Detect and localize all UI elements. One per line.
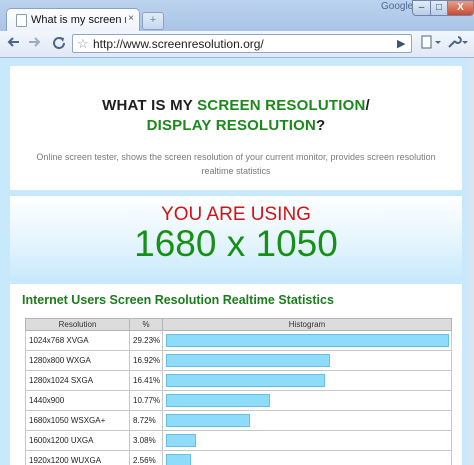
cell-percent: 29.23%: [129, 330, 163, 351]
histogram-bar: [166, 394, 270, 407]
resolution-panel: YOU ARE USING 1680 x 1050: [10, 196, 462, 278]
histogram-bar: [166, 434, 196, 447]
minimize-button[interactable]: –: [412, 0, 431, 16]
cell-resolution: 1680x1050 WSXGA+: [25, 410, 130, 431]
cell-histogram: [162, 410, 452, 431]
table-row: 1680x1050 WSXGA+ 8.72%: [25, 410, 452, 431]
cell-percent: 2.56%: [129, 450, 163, 465]
page-content: WHAT IS MY SCREEN RESOLUTION/ DISPLAY RE…: [0, 58, 474, 465]
table-row: 1440x900 10.77%: [25, 390, 452, 411]
page-favicon-icon: [16, 14, 27, 27]
browser-titlebar: What is my screen resolu... × + Google –…: [0, 0, 474, 32]
cell-resolution: 1280x1024 SXGA: [25, 370, 130, 391]
scrollbar-track[interactable]: [468, 58, 474, 465]
column-header-resolution: Resolution: [25, 318, 130, 331]
stats-title: Internet Users Screen Resolution Realtim…: [22, 293, 334, 307]
wrench-icon[interactable]: [446, 35, 470, 53]
cell-resolution: 1024x768 XVGA: [25, 330, 130, 351]
cell-resolution: 1440x900: [25, 390, 130, 411]
header-panel: WHAT IS MY SCREEN RESOLUTION/ DISPLAY RE…: [10, 66, 462, 190]
cell-percent: 16.92%: [129, 350, 163, 371]
google-label: Google: [381, 1, 414, 12]
table-row: 1600x1200 UXGA 3.08%: [25, 430, 452, 451]
histogram-bar: [166, 334, 449, 347]
heading-part3: /: [365, 97, 370, 114]
histogram-bar: [166, 414, 250, 427]
cell-resolution: 1280x800 WXGA: [25, 350, 130, 371]
cell-percent: 8.72%: [129, 410, 163, 431]
heading-line2-end: ?: [316, 117, 326, 134]
histogram-bar: [166, 374, 325, 387]
page-menu-icon[interactable]: [420, 35, 442, 53]
table-row: 1280x800 WXGA 16.92%: [25, 350, 452, 371]
table-row: 1280x1024 SXGA 16.41%: [25, 370, 452, 391]
browser-toolbar: ☆ http://www.screenresolution.org/ ▶: [0, 31, 474, 58]
cell-histogram: [162, 330, 452, 351]
column-header-histogram: Histogram: [162, 318, 452, 331]
cell-resolution: 1920x1200 WUXGA: [25, 450, 130, 465]
star-icon[interactable]: ☆: [77, 36, 89, 52]
current-resolution: 1680 x 1050: [134, 223, 338, 264]
reload-icon[interactable]: [50, 35, 68, 53]
address-bar[interactable]: ☆ http://www.screenresolution.org/: [72, 34, 412, 53]
cell-percent: 10.77%: [129, 390, 163, 411]
new-tab-button[interactable]: +: [142, 12, 164, 30]
back-arrow-icon[interactable]: [5, 35, 23, 53]
forward-arrow-icon[interactable]: [25, 35, 43, 53]
tab-active[interactable]: What is my screen resolu... ×: [6, 8, 140, 32]
close-window-button[interactable]: X: [447, 0, 474, 16]
heading-part1: WHAT IS MY: [102, 97, 198, 114]
table-header-row: Resolution % Histogram: [25, 318, 452, 331]
maximize-button[interactable]: □: [430, 0, 448, 16]
histogram-bar: [166, 354, 330, 367]
page-description: Online screen tester, shows the screen r…: [36, 152, 436, 176]
heading-line2: DISPLAY RESOLUTION: [146, 117, 317, 134]
cell-percent: 3.08%: [129, 430, 163, 451]
cell-histogram: [162, 350, 452, 371]
url-text: http://www.screenresolution.org/: [93, 37, 264, 51]
cell-histogram: [162, 450, 452, 465]
tab-title: What is my screen resolu...: [31, 14, 126, 26]
stats-table: Resolution % Histogram 1024x768 XVGA 29.2…: [25, 318, 452, 465]
column-header-percent: %: [129, 318, 163, 331]
page-title: WHAT IS MY SCREEN RESOLUTION/ DISPLAY RE…: [10, 96, 462, 136]
stats-panel: Internet Users Screen Resolution Realtim…: [10, 284, 462, 465]
table-row: 1920x1200 WUXGA 2.56%: [25, 450, 452, 465]
cell-percent: 16.41%: [129, 370, 163, 391]
cell-histogram: [162, 390, 452, 411]
close-tab-icon[interactable]: ×: [128, 13, 134, 24]
cell-histogram: [162, 370, 452, 391]
heading-highlight: SCREEN RESOLUTION: [197, 97, 366, 114]
cell-resolution: 1600x1200 UXGA: [25, 430, 130, 451]
play-icon[interactable]: ▶: [397, 37, 405, 50]
histogram-bar: [166, 454, 191, 465]
table-row: 1024x768 XVGA 29.23%: [25, 330, 452, 351]
cell-histogram: [162, 430, 452, 451]
